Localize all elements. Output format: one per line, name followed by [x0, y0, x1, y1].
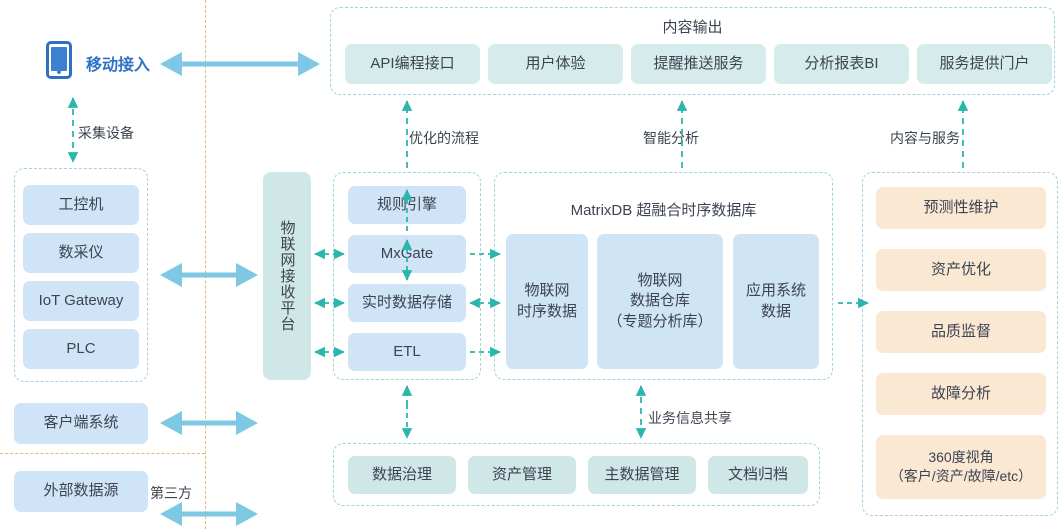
middle-item-2[interactable]: 实时数据存储	[348, 284, 466, 322]
arrow-client-system	[160, 411, 258, 435]
bottom-item-1[interactable]: 资产管理	[468, 456, 576, 494]
device-item-1[interactable]: 数采仪	[23, 233, 139, 273]
vertical-divider-left	[205, 0, 206, 529]
content-output-item-2[interactable]: 提醒推送服务	[631, 44, 766, 84]
middle-item-1[interactable]: MxGate	[348, 235, 466, 273]
collect-device-label: 采集设备	[78, 125, 134, 141]
arrow-external-source	[160, 502, 258, 526]
content-service-label: 内容与服务	[890, 130, 960, 146]
horizontal-divider-bottom	[0, 453, 205, 454]
matrixdb-item-2[interactable]: 应用系统 数据	[733, 234, 819, 369]
middle-item-0[interactable]: 规则引擎	[348, 186, 466, 224]
business-info-share-label: 业务信息共享	[648, 410, 732, 426]
device-item-2[interactable]: IoT Gateway	[23, 281, 139, 321]
matrixdb-title: MatrixDB 超融合时序数据库	[570, 202, 757, 219]
content-output-item-3[interactable]: 分析报表BI	[774, 44, 909, 84]
matrixdb-item-0[interactable]: 物联网 时序数据	[506, 234, 588, 369]
content-output-item-0[interactable]: API编程接口	[345, 44, 480, 84]
external-source-box[interactable]: 外部数据源	[14, 471, 148, 512]
right-item-1[interactable]: 资产优化	[876, 249, 1046, 291]
content-output-item-1[interactable]: 用户体验	[488, 44, 623, 84]
middle-item-3[interactable]: ETL	[348, 333, 466, 371]
matrixdb-item-1[interactable]: 物联网 数据仓库 （专题分析库）	[597, 234, 723, 369]
arrow-mobile-access	[160, 52, 320, 76]
bottom-item-0[interactable]: 数据治理	[348, 456, 456, 494]
phone-home-button	[57, 70, 61, 74]
bottom-item-3[interactable]: 文档归档	[708, 456, 808, 494]
mobile-phone-icon	[46, 41, 72, 79]
right-item-3[interactable]: 故障分析	[876, 373, 1046, 415]
right-item-2[interactable]: 品质监督	[876, 311, 1046, 353]
mobile-access-label: 移动接入	[86, 57, 151, 74]
device-item-3[interactable]: PLC	[23, 329, 139, 369]
right-item-0[interactable]: 预测性维护	[876, 187, 1046, 229]
third-party-label: 第三方	[150, 485, 192, 501]
architecture-diagram: 移动接入 采集设备 工控机 数采仪 IoT Gateway PLC 客户端系统 …	[0, 0, 1063, 529]
content-output-item-4[interactable]: 服务提供门户	[917, 44, 1052, 84]
optimized-process-label: 优化的流程	[409, 130, 479, 146]
device-item-0[interactable]: 工控机	[23, 185, 139, 225]
phone-screen	[51, 47, 67, 71]
bottom-item-2[interactable]: 主数据管理	[588, 456, 696, 494]
smart-analysis-label: 智能分析	[643, 130, 699, 146]
arrow-device-group	[160, 263, 258, 287]
content-output-title: 内容输出	[662, 19, 723, 36]
client-system-box[interactable]: 客户端系统	[14, 403, 148, 444]
right-item-4[interactable]: 360度视角 （客户/资产/故障/etc）	[876, 435, 1046, 499]
iot-receiving-platform-label: 物联网接收平台	[278, 220, 296, 332]
iot-receiving-platform-bar[interactable]: 物联网接收平台	[263, 172, 311, 380]
